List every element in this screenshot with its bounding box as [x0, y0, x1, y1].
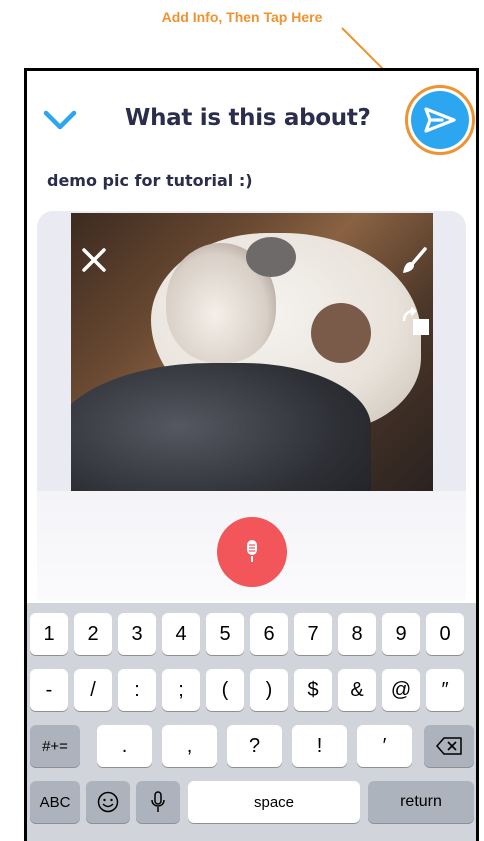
key-hyphen[interactable]: -: [30, 669, 68, 711]
key-4[interactable]: 4: [162, 613, 200, 655]
backspace-key[interactable]: [424, 725, 474, 767]
emoji-icon: [97, 791, 119, 813]
key-slash[interactable]: /: [74, 669, 112, 711]
backspace-icon: [436, 737, 462, 755]
key-close-paren[interactable]: ): [250, 669, 288, 711]
microphone-button[interactable]: [217, 517, 287, 587]
header: What is this about?: [27, 71, 476, 171]
key-quote[interactable]: ″: [426, 669, 464, 711]
key-0[interactable]: 0: [426, 613, 464, 655]
key-open-paren[interactable]: (: [206, 669, 244, 711]
key-abc[interactable]: ABC: [30, 781, 80, 823]
key-1[interactable]: 1: [30, 613, 68, 655]
return-key[interactable]: return: [368, 781, 474, 823]
brush-icon[interactable]: [401, 247, 427, 275]
key-comma[interactable]: ,: [162, 725, 217, 767]
keyboard: 1 2 3 4 5 6 7 8 9 0 - / : ; ( ) $ & @ ″ …: [27, 603, 476, 841]
rotate-icon[interactable]: [401, 307, 431, 337]
key-3[interactable]: 3: [118, 613, 156, 655]
annotation-label: Add Info, Then Tap Here: [161, 9, 323, 25]
dictation-key[interactable]: [136, 781, 180, 823]
key-8[interactable]: 8: [338, 613, 376, 655]
photo-dog-patch: [311, 303, 371, 363]
key-5[interactable]: 5: [206, 613, 244, 655]
send-icon: [424, 107, 456, 133]
key-6[interactable]: 6: [250, 613, 288, 655]
key-question[interactable]: ?: [227, 725, 282, 767]
key-symbols[interactable]: #+=: [30, 725, 80, 767]
key-dollar[interactable]: $: [294, 669, 332, 711]
key-exclamation[interactable]: !: [292, 725, 347, 767]
key-colon[interactable]: :: [118, 669, 156, 711]
key-semicolon[interactable]: ;: [162, 669, 200, 711]
space-key[interactable]: space: [188, 781, 360, 823]
photo-second-dog: [71, 363, 371, 493]
chevron-down-icon[interactable]: [43, 109, 77, 131]
dog-photo: [71, 213, 433, 493]
microphone-icon: [151, 791, 165, 812]
photo-dog-ear: [246, 237, 296, 277]
close-icon[interactable]: [81, 247, 107, 273]
key-apostrophe[interactable]: ′: [357, 725, 412, 767]
key-ampersand[interactable]: &: [338, 669, 376, 711]
emoji-key[interactable]: [86, 781, 130, 823]
send-button[interactable]: [411, 91, 469, 149]
microphone-icon: [247, 540, 257, 562]
key-at[interactable]: @: [382, 669, 420, 711]
caption-text[interactable]: demo pic for tutorial :): [47, 171, 253, 190]
key-7[interactable]: 7: [294, 613, 332, 655]
key-9[interactable]: 9: [382, 613, 420, 655]
page-title: What is this about?: [125, 105, 371, 131]
key-2[interactable]: 2: [74, 613, 112, 655]
phone-screen: What is this about? demo pic for tutoria…: [24, 68, 479, 841]
key-period[interactable]: .: [97, 725, 152, 767]
